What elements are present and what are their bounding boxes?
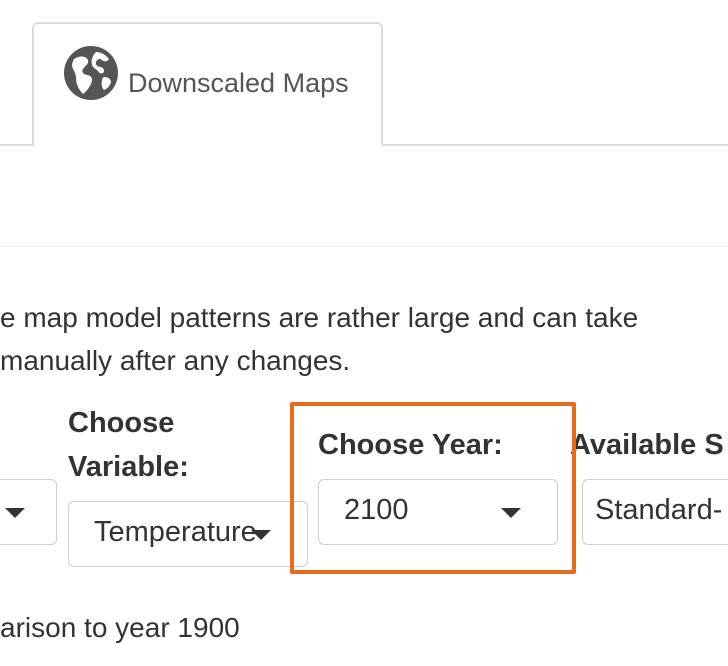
variable-select-value: Temperature [94,516,257,548]
globe-icon [64,46,118,100]
panel-divider [0,246,728,247]
chevron-down-icon [251,530,271,540]
info-line-1: e map model patterns are rather large an… [0,302,639,333]
info-text: e map model patterns are rather large an… [0,296,638,382]
tab-downscaled-maps[interactable]: Downscaled Maps [32,22,383,146]
comparison-text: arison to year 1900 [0,612,240,643]
page: Downscaled Maps e map model patterns are… [0,0,728,666]
variable-select[interactable]: Temperature [68,501,308,567]
tab-label: Downscaled Maps [128,68,349,98]
highlight-box [290,402,576,574]
available-select-value: Standard- [595,494,723,526]
info-line-2: manually after any changes. [0,345,351,376]
available-label: Available S [570,429,724,461]
chevron-down-icon [5,508,25,518]
available-select[interactable]: Standard- [582,479,728,545]
variable-label: Choose Variable: [68,407,189,483]
scenario-select[interactable] [0,479,57,545]
